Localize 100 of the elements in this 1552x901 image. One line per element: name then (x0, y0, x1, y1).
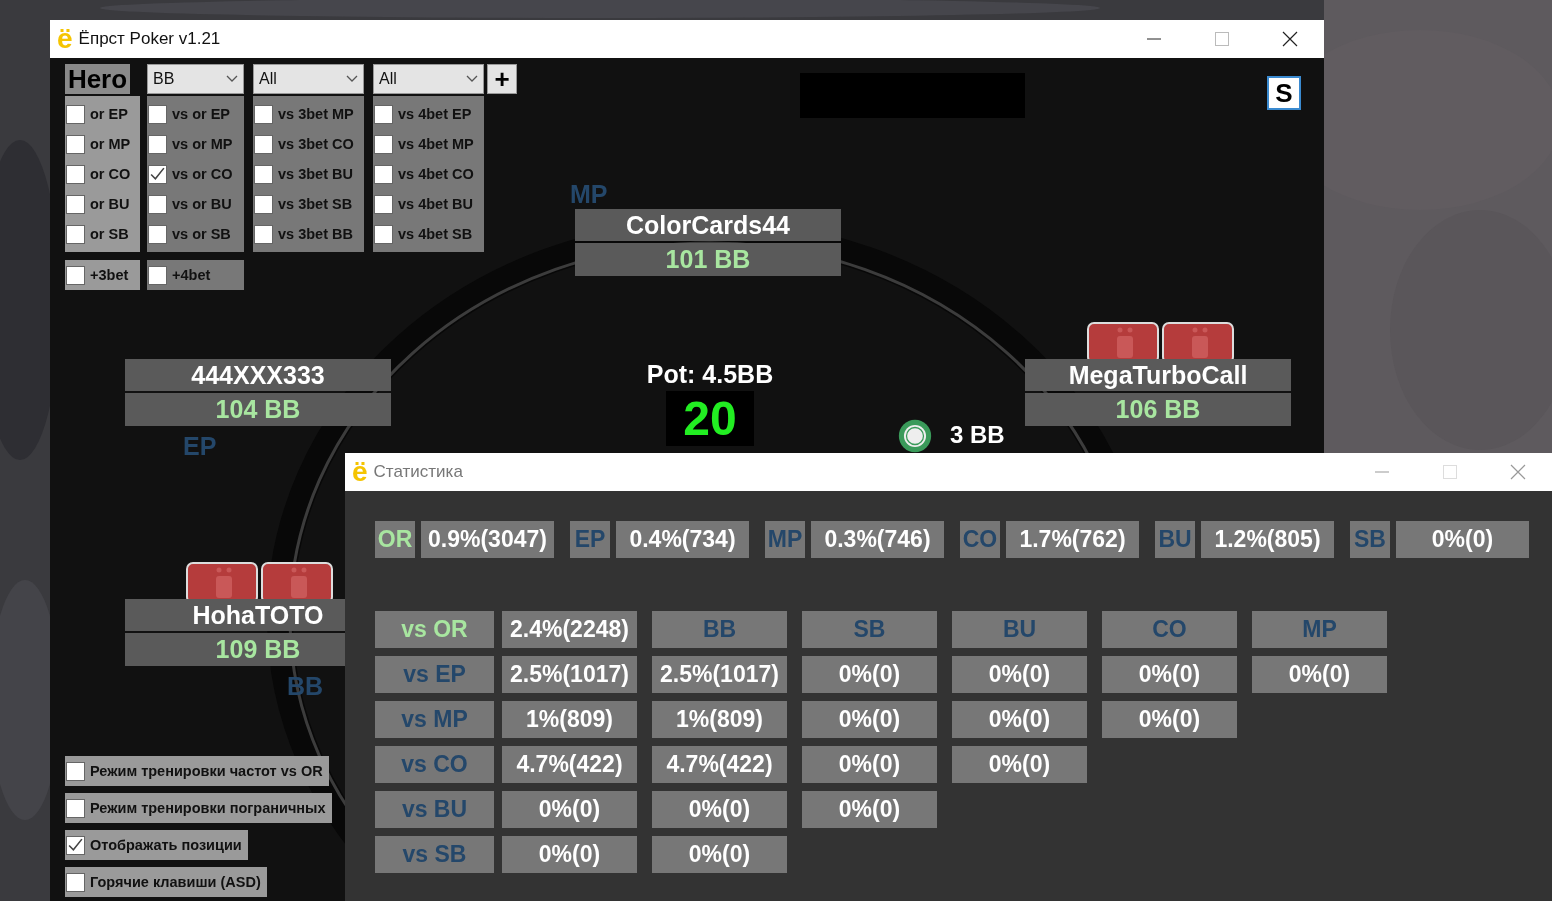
checkbox[interactable] (254, 164, 273, 184)
stat-value: 0%(0) (1102, 701, 1237, 738)
stat-value: 0%(0) (802, 656, 937, 693)
stat-value: 0%(0) (1396, 521, 1529, 558)
checkbox-label: vs 3bet SB (278, 196, 353, 212)
checkbox-label: or CO (90, 166, 131, 182)
card-back-icon (1162, 322, 1234, 360)
column-header: MP (1252, 611, 1387, 648)
row-label: vs EP (375, 656, 494, 693)
row-label: vs OR (375, 611, 494, 648)
checkbox[interactable] (254, 194, 273, 214)
checkbox-label: vs or CO (172, 166, 233, 182)
stat-value: 0.3%(746) (811, 521, 944, 558)
stat-value: 0%(0) (952, 656, 1087, 693)
checkbox[interactable] (66, 224, 85, 244)
checkbox[interactable] (374, 134, 393, 154)
checkbox-label: vs 3bet CO (278, 136, 354, 152)
checkbox[interactable] (66, 104, 85, 124)
stat-value: 0%(0) (802, 791, 937, 828)
card-back-icon (186, 562, 258, 600)
checkbox[interactable] (148, 104, 167, 124)
stack-size: 101 BB (575, 243, 841, 276)
checkbox-label: or BU (90, 196, 130, 212)
app-logo: ё (57, 25, 73, 53)
column-header: BB (652, 611, 787, 648)
checkbox[interactable] (374, 194, 393, 214)
stat-value: 0%(0) (652, 791, 787, 828)
player-name: 444XXX333 (125, 359, 391, 391)
player-name: MegaTurboCall (1025, 359, 1291, 391)
position-label: BB (287, 672, 324, 701)
row-label: vs MP (375, 701, 494, 738)
checkbox-label: +4bet (172, 267, 211, 283)
chip-icon (898, 419, 932, 453)
checkbox[interactable] (66, 265, 85, 285)
checkbox[interactable] (66, 194, 85, 214)
checkbox-label: or EP (90, 106, 128, 122)
checkbox[interactable] (148, 265, 167, 285)
caret-icon (466, 75, 478, 83)
position-label: MP (765, 521, 805, 558)
stat-value: 0%(0) (1102, 656, 1237, 693)
stat-value: 4.7%(422) (502, 746, 637, 783)
position-label: EP (183, 432, 217, 461)
checkbox-label: vs or SB (172, 226, 231, 242)
dropdown[interactable]: All (253, 64, 364, 94)
window-title: Статистика (373, 462, 463, 482)
position-label: EP (570, 521, 610, 558)
checkbox-label: vs 4bet MP (398, 136, 474, 152)
checkbox[interactable] (66, 872, 85, 892)
row-label: vs CO (375, 746, 494, 783)
checkbox-label: or SB (90, 226, 129, 242)
column-header: BU (952, 611, 1087, 648)
checkbox[interactable] (374, 224, 393, 244)
stack-size: 104 BB (125, 393, 391, 426)
stat-value: 0%(0) (802, 746, 937, 783)
checkbox-label: vs 3bet BU (278, 166, 353, 182)
stat-value: 0%(0) (952, 701, 1087, 738)
player-name: ColorCards44 (575, 209, 841, 241)
add-button[interactable]: + (487, 64, 517, 94)
checkbox[interactable] (254, 224, 273, 244)
stat-value: 0%(0) (502, 836, 637, 873)
checkbox[interactable] (66, 835, 85, 855)
close-icon[interactable] (1282, 31, 1298, 47)
checkbox[interactable] (254, 134, 273, 154)
checkbox-label: vs or EP (172, 106, 231, 122)
checkbox-label: vs 3bet MP (278, 106, 354, 122)
checkbox[interactable] (66, 798, 85, 818)
dropdown[interactable]: All (373, 64, 484, 94)
checkbox-label: vs 4bet EP (398, 106, 472, 122)
checkbox[interactable] (148, 134, 167, 154)
dropdown[interactable]: BB (147, 64, 244, 94)
checkbox[interactable] (148, 224, 167, 244)
stat-value: 0%(0) (802, 701, 937, 738)
stat-value: 0%(0) (652, 836, 787, 873)
checkbox-label: vs 3bet BB (278, 226, 353, 242)
checkbox[interactable] (254, 104, 273, 124)
position-label: BU (1155, 521, 1195, 558)
checkbox[interactable] (374, 104, 393, 124)
checkbox[interactable] (148, 164, 167, 184)
checkbox-label: Отображать позиции (90, 837, 242, 853)
stat-value: 0.9%(3047) (421, 521, 554, 558)
position-label: CO (960, 521, 1000, 558)
checkbox[interactable] (148, 194, 167, 214)
hero-label: Hero (65, 64, 130, 94)
column-header: SB (802, 611, 937, 648)
stat-value: 2.5%(1017) (652, 656, 787, 693)
stat-value: 0%(0) (952, 746, 1087, 783)
checkbox-label: vs or BU (172, 196, 232, 212)
position-label: SB (1350, 521, 1390, 558)
checkbox[interactable] (374, 164, 393, 184)
stat-value: 4.7%(422) (652, 746, 787, 783)
position-label: OR (375, 521, 415, 558)
bet-amount: 3 BB (950, 421, 1005, 449)
checkbox-label: vs or MP (172, 136, 233, 152)
checkbox[interactable] (66, 134, 85, 154)
checkbox[interactable] (66, 761, 85, 781)
checkbox-label: vs 4bet SB (398, 226, 473, 242)
s-button[interactable]: S (1267, 76, 1301, 110)
checkbox-label: vs 4bet CO (398, 166, 474, 182)
checkbox[interactable] (66, 164, 85, 184)
stat-value: 2.5%(1017) (502, 656, 637, 693)
